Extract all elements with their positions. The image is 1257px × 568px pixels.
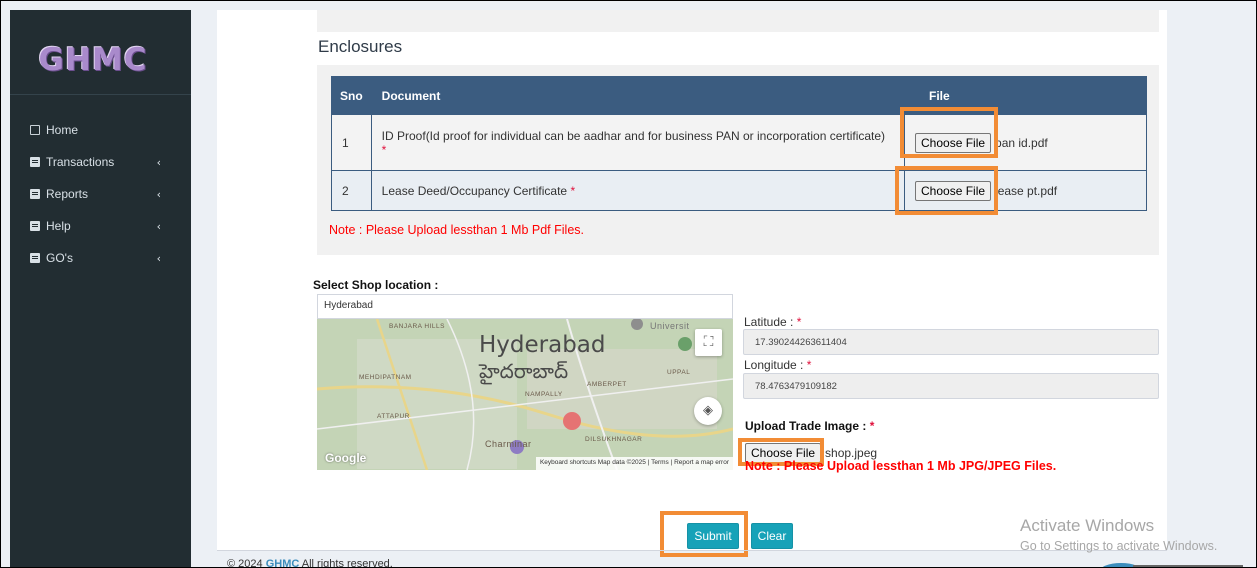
sidebar-nav: Home Transactions ‹ Reports ‹ Help ‹ GO'… — [10, 114, 191, 274]
top-panel — [317, 10, 1159, 32]
row-document: ID Proof(Id proof for individual can be … — [370, 114, 906, 171]
sidebar-item-label: GO's — [46, 251, 73, 265]
map-view[interactable]: BANJARA HILLS MEHDIPATNAM AMBERPET NAMPA… — [317, 319, 733, 470]
fullscreen-icon[interactable]: ⛶ — [695, 329, 722, 356]
table-header-row: Sno Document File — [331, 76, 1147, 115]
row-sno: 1 — [331, 114, 372, 171]
logo-text: GHMC — [38, 42, 148, 78]
pdf-upload-note: Note : Please Upload lessthan 1 Mb Pdf F… — [329, 223, 584, 237]
row-document: Lease Deed/Occupancy Certificate * — [370, 170, 906, 211]
navigation-icon[interactable]: ◈ — [694, 397, 722, 425]
latitude-label: Latitude : * — [744, 315, 801, 329]
sidebar-divider — [10, 94, 191, 95]
copyright-text: All rights reserved. — [301, 558, 393, 568]
copyright-year: © 2024 — [227, 558, 263, 568]
required-marker: * — [806, 358, 812, 372]
required-marker: * — [869, 419, 875, 433]
required-marker: * — [381, 142, 387, 157]
enclosures-table: Sno Document File 1 ID Proof(Id proof fo… — [331, 76, 1147, 211]
sidebar-item-label: Reports — [46, 187, 89, 201]
sidebar-item-reports[interactable]: Reports ‹ — [10, 178, 191, 210]
map-place-label: AMBERPET — [587, 381, 627, 388]
sidebar-item-help[interactable]: Help ‹ — [10, 210, 191, 242]
map-place-label: Universit — [650, 321, 690, 331]
required-marker: * — [796, 315, 802, 329]
map-attribution[interactable]: Keyboard shortcuts Map data ©2025 | Term… — [535, 457, 733, 470]
map-place-label: Charminar — [485, 439, 532, 449]
activate-windows-title: Activate Windows — [1020, 516, 1155, 535]
document-name: ID Proof(Id proof for individual can be … — [381, 128, 886, 143]
table-row: 2 Lease Deed/Occupancy Certificate * Cho… — [331, 170, 1147, 211]
longitude-label: Longitude : * — [744, 358, 811, 372]
trade-image-label: Upload Trade Image : * — [745, 419, 874, 433]
sidebar: GHMC Home Transactions ‹ Reports ‹ Help … — [10, 10, 191, 567]
longitude-label-text: Longitude : — [744, 358, 804, 372]
sidebar-item-label: Help — [46, 219, 71, 233]
file-name: pan id.pdf — [995, 135, 1048, 150]
map-city-label-telugu: హైదరాబాద్ — [479, 359, 569, 383]
document-name: Lease Deed/Occupancy Certificate — [381, 183, 568, 198]
google-logo: Google — [325, 451, 367, 465]
book-icon — [30, 189, 40, 199]
longitude-field[interactable]: 78.4763479109182 — [743, 373, 1159, 399]
table-row: 1 ID Proof(Id proof for individual can b… — [331, 114, 1147, 171]
map-place-label: ATTAPUR — [377, 413, 410, 420]
shop-location-label: Select Shop location : — [313, 278, 439, 292]
row-sno: 2 — [331, 170, 372, 211]
enclosures-title: Enclosures — [318, 37, 403, 56]
sidebar-item-gos[interactable]: GO's ‹ — [10, 242, 191, 274]
footer-brand-link[interactable]: GHMC — [266, 558, 300, 567]
location-search-input[interactable]: Hyderabad — [317, 294, 733, 319]
highlight-box — [900, 107, 998, 158]
book-icon — [30, 221, 40, 231]
ghmc-logo[interactable]: GHMC — [30, 28, 156, 88]
trade-image-label-text: Upload Trade Image : — [745, 419, 867, 433]
book-icon — [30, 157, 40, 167]
sidebar-item-transactions[interactable]: Transactions ‹ — [10, 146, 191, 178]
highlight-box — [895, 166, 998, 215]
square-icon — [30, 125, 40, 135]
header-sno: Sno — [331, 76, 372, 115]
map-place-label: DILSUKHNAGAR — [585, 436, 643, 443]
chevron-left-icon: ‹ — [156, 220, 161, 233]
map-place-label: MEHDIPATNAM — [359, 374, 412, 381]
map-city-label: Hyderabad — [479, 332, 606, 358]
map-place-label: BANJARA HILLS — [389, 323, 445, 330]
required-marker: * — [570, 183, 576, 198]
chevron-left-icon: ‹ — [156, 188, 161, 201]
file-name: lease pt.pdf — [995, 183, 1058, 198]
map-place-label: NAMPALLY — [525, 391, 563, 398]
latitude-field[interactable]: 17.390244263611404 — [743, 329, 1159, 355]
activate-windows-subtitle: Go to Settings to activate Windows. — [1020, 539, 1218, 553]
map-place-label: UPPAL — [667, 369, 691, 376]
chevron-left-icon: ‹ — [156, 156, 161, 169]
app-frame: GHMC Home Transactions ‹ Reports ‹ Help … — [0, 0, 1257, 568]
header-document: Document — [370, 76, 906, 115]
sidebar-item-label: Transactions — [46, 155, 115, 169]
chevron-left-icon: ‹ — [156, 252, 161, 265]
sidebar-item-label: Home — [46, 123, 79, 137]
image-upload-note: Note : Please Upload lessthan 1 Mb JPG/J… — [745, 459, 1057, 473]
book-icon — [30, 253, 40, 263]
latitude-label-text: Latitude : — [744, 315, 794, 329]
clear-button[interactable]: Clear — [751, 523, 793, 549]
footer-copyright: © 2024 GHMC All rights reserved. — [227, 558, 393, 568]
sidebar-item-home[interactable]: Home — [10, 114, 191, 146]
cgg-logo — [1102, 563, 1243, 567]
file-name: shop.jpeg — [825, 446, 878, 460]
